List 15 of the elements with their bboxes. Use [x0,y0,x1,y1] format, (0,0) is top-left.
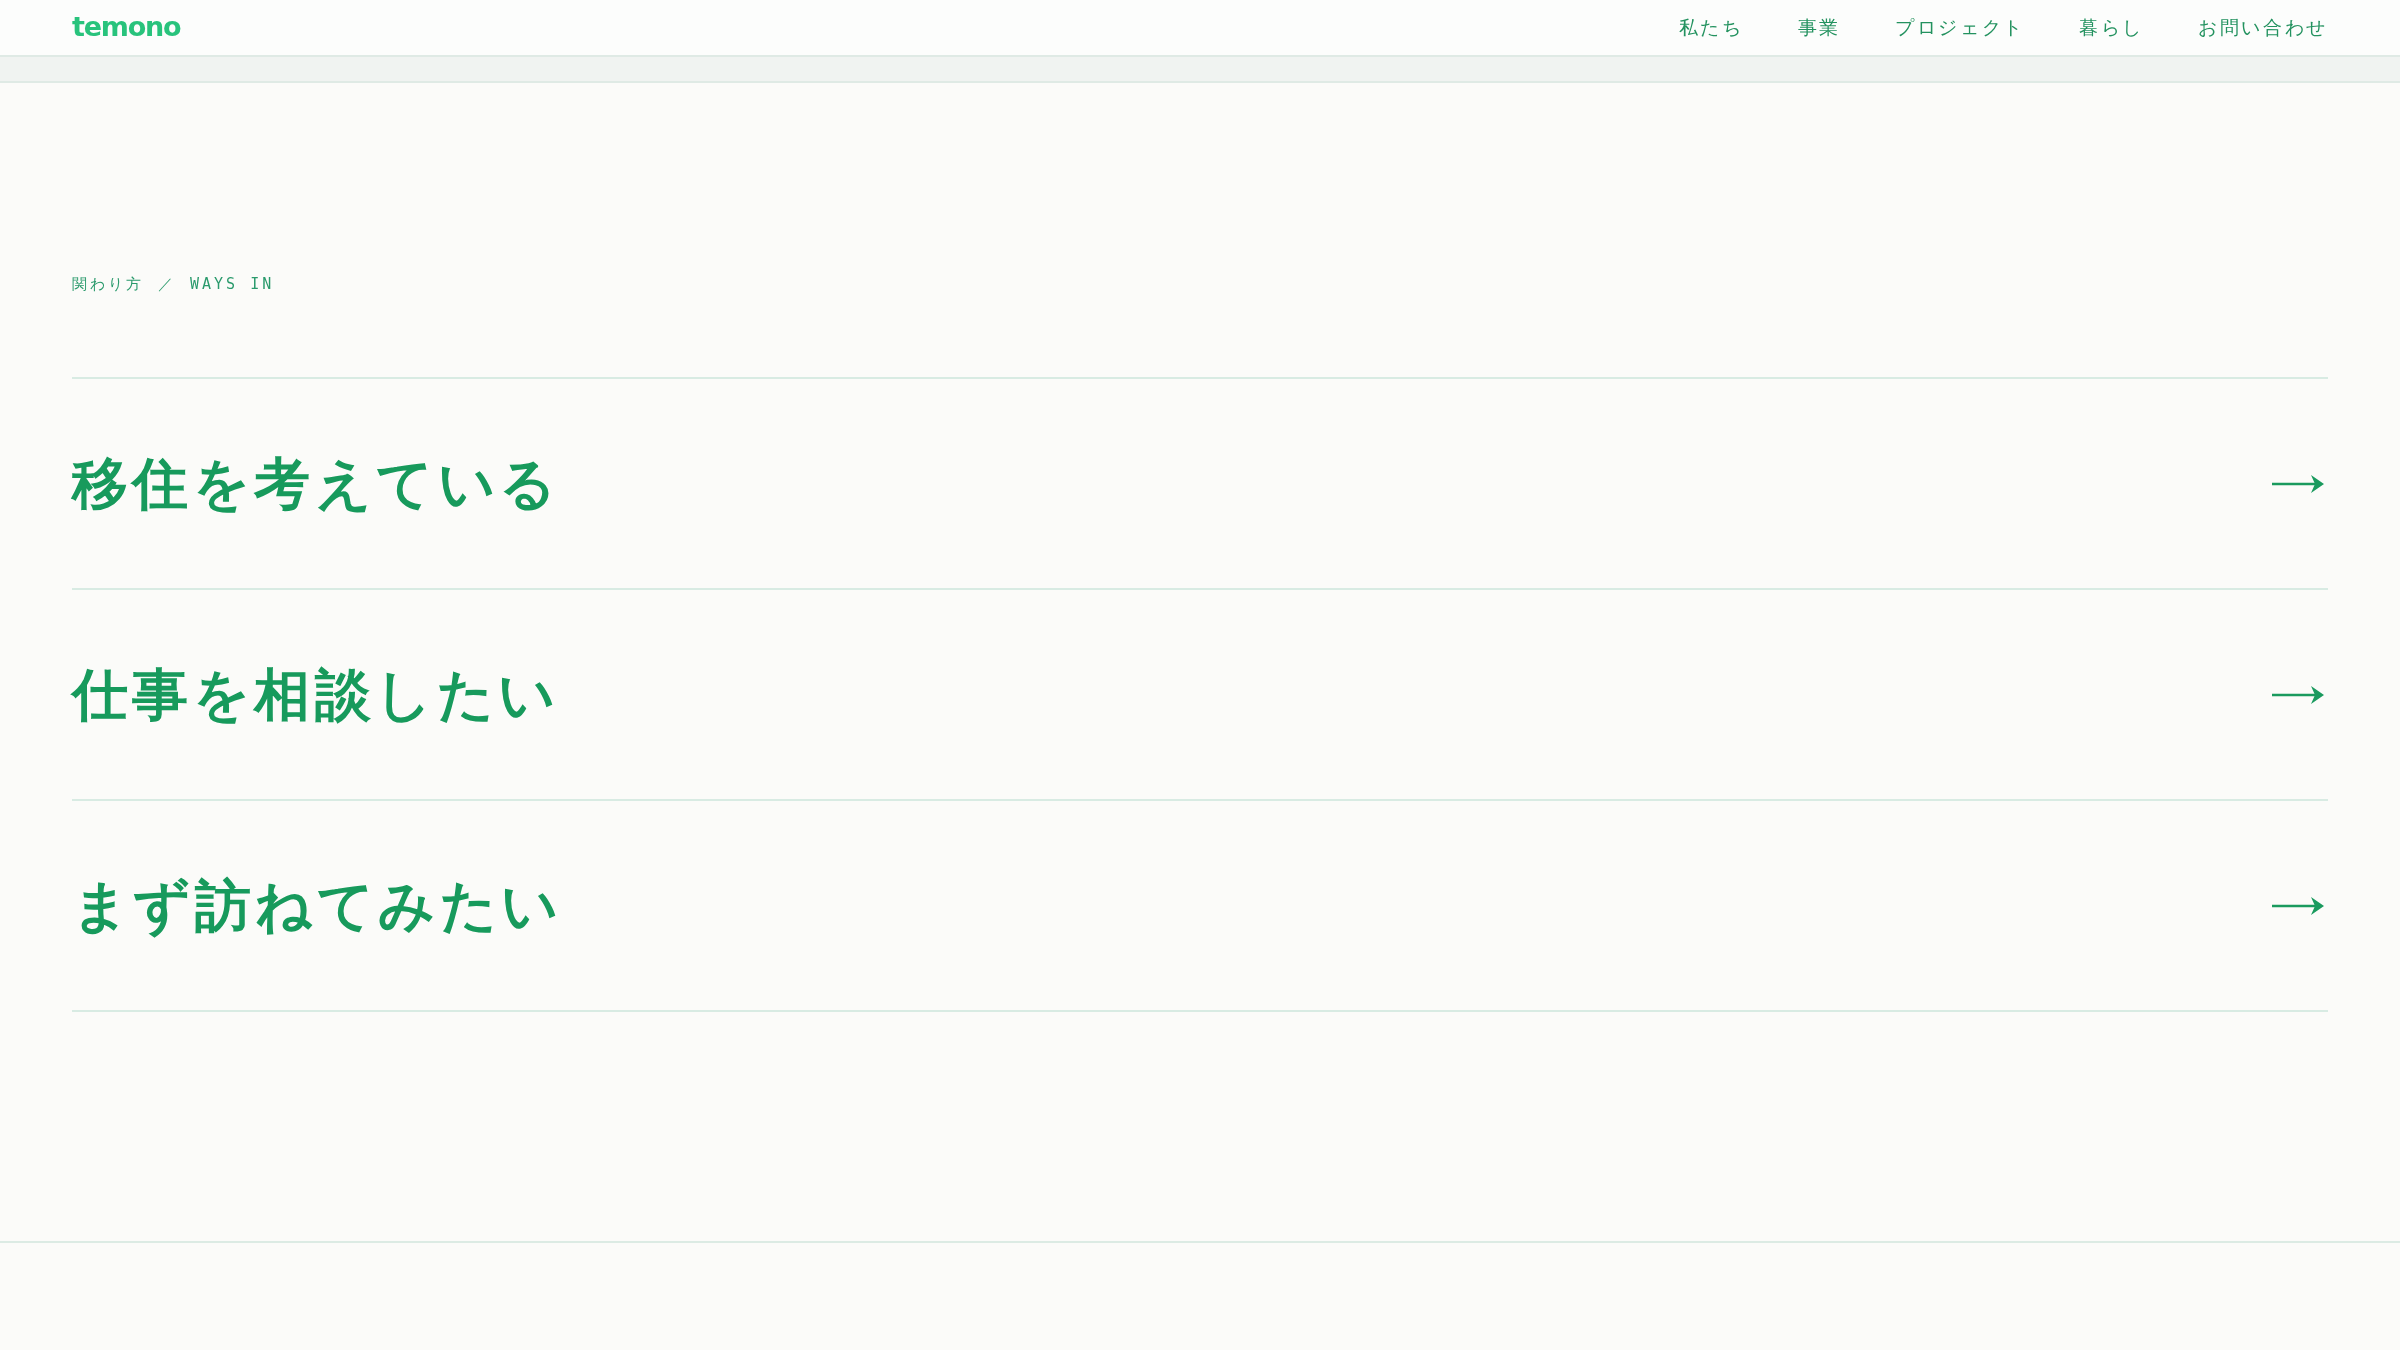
nav-link[interactable]: 事業 [1797,16,1842,39]
breadcrumb-separator: ／ [158,275,176,293]
arrow-right-icon [2272,895,2324,916]
nav-link[interactable]: プロジェクト [1895,16,2026,39]
nav-link[interactable]: 私たち [1678,16,1744,39]
arrow-right-icon [2272,473,2324,494]
section-label-english: WAYS IN [190,275,275,293]
option-link[interactable]: 仕事を相談したい [72,590,2328,801]
option-link[interactable]: 移住を考えている [72,379,2328,590]
option-link[interactable]: まず訪ねてみたい [72,801,2328,1012]
arrow-right-icon [2272,684,2324,705]
logo-link[interactable]: temono [72,13,181,40]
nav-link[interactable]: お問い合わせ [2198,16,2328,39]
section-label: 関わり方 [72,275,144,293]
nav-link[interactable]: 暮らし [2079,16,2145,39]
